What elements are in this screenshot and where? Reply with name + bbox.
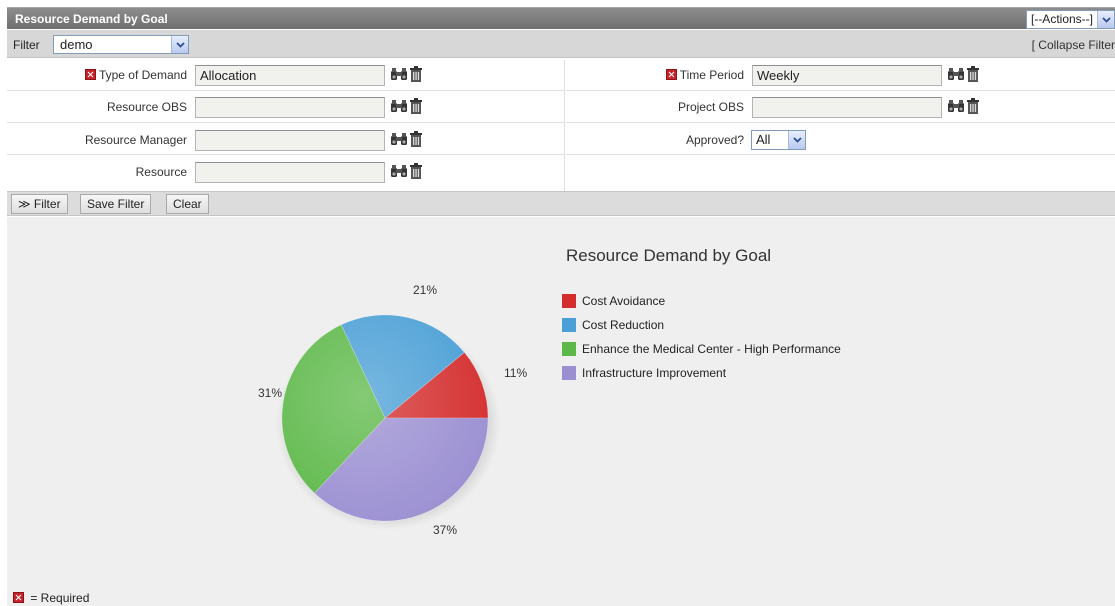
resource-obs-label: Resource OBS xyxy=(106,100,187,114)
resource-manager-field[interactable] xyxy=(195,130,385,151)
slice-label-enhance-medical-center: 31% xyxy=(258,386,283,400)
pie-chart xyxy=(276,314,500,530)
resource-obs-icons xyxy=(390,98,423,114)
filter-select-value: demo xyxy=(60,37,93,52)
approved-label: Approved? xyxy=(685,133,744,147)
chart-title: Resource Demand by Goal xyxy=(566,246,772,265)
collapse-filter-link[interactable]: [ Collapse Filter xyxy=(1032,38,1115,52)
trash-icon[interactable] xyxy=(966,66,980,82)
actions-dropdown[interactable]: [--Actions--] xyxy=(1025,10,1115,29)
required-icon xyxy=(665,69,677,80)
slice-label-infrastructure: 37% xyxy=(433,523,458,537)
clear-button[interactable]: Clear xyxy=(166,194,209,214)
type-of-demand-icons xyxy=(390,66,423,82)
slice-label-cost-reduction: 21% xyxy=(413,283,438,297)
chevron-down-icon[interactable] xyxy=(171,36,188,53)
filter-form: Type of Demand Allocation Resource OBS R… xyxy=(7,60,1115,191)
legend-swatch-infrastructure xyxy=(562,366,576,380)
save-filter-button[interactable]: Save Filter xyxy=(80,194,152,214)
legend-swatch-cost-avoidance xyxy=(562,294,576,308)
chart-area xyxy=(7,217,1115,606)
time-period-label: Time Period xyxy=(566,68,744,82)
trash-icon[interactable] xyxy=(409,66,423,82)
resource-icons xyxy=(390,163,423,179)
binoculars-icon[interactable] xyxy=(390,163,408,179)
project-obs-label: Project OBS xyxy=(677,100,744,114)
pie-highlight xyxy=(282,315,488,521)
required-legend: = Required xyxy=(13,591,89,605)
project-obs-icons xyxy=(947,98,980,114)
actions-value: [--Actions--] xyxy=(1030,12,1093,26)
legend-swatch-cost-reduction xyxy=(562,318,576,332)
approved-select[interactable]: All xyxy=(751,130,806,150)
time-period-field[interactable]: Weekly xyxy=(752,65,942,86)
trash-icon[interactable] xyxy=(966,98,980,114)
trash-icon[interactable] xyxy=(409,98,423,114)
binoculars-icon[interactable] xyxy=(390,98,408,114)
binoculars-icon[interactable] xyxy=(947,98,965,114)
binoculars-icon[interactable] xyxy=(390,131,408,147)
portlet-titlebar: Resource Demand by Goal [--Actions--] xyxy=(7,7,1115,29)
legend-label: Cost Avoidance xyxy=(582,294,666,308)
slice-label-cost-avoidance: 11% xyxy=(504,366,528,380)
resource-field[interactable] xyxy=(195,162,385,183)
resource-manager-label: Resource Manager xyxy=(84,133,187,147)
resource-label: Resource xyxy=(135,165,187,179)
resource-obs-field[interactable] xyxy=(195,97,385,118)
binoculars-icon[interactable] xyxy=(390,66,408,82)
chevron-down-icon[interactable] xyxy=(788,131,805,149)
filter-label: Filter xyxy=(13,38,40,52)
legend-label: Enhance the Medical Center - High Perfor… xyxy=(582,342,841,356)
binoculars-icon[interactable] xyxy=(947,66,965,82)
project-obs-field[interactable] xyxy=(752,97,942,118)
chevron-down-icon[interactable] xyxy=(1097,11,1114,28)
type-of-demand-label: Type of Demand xyxy=(7,68,187,82)
trash-icon[interactable] xyxy=(409,131,423,147)
filter-bar: Filter demo [ Collapse Filter xyxy=(7,30,1115,58)
time-period-icons xyxy=(947,66,980,82)
type-of-demand-field[interactable]: Allocation xyxy=(195,65,385,86)
approved-value: All xyxy=(756,132,771,147)
required-note-text: = Required xyxy=(30,591,90,605)
portlet-title: Resource Demand by Goal xyxy=(15,12,168,26)
filter-select[interactable]: demo xyxy=(53,35,189,54)
type-of-demand-text: Type of Demand xyxy=(98,68,187,82)
filter-button-bar: ≫ Filter Save Filter Clear xyxy=(7,191,1115,216)
time-period-text: Time Period xyxy=(679,68,744,82)
legend-label: Infrastructure Improvement xyxy=(582,366,727,380)
required-icon xyxy=(13,592,24,603)
filter-button[interactable]: ≫ Filter xyxy=(11,194,68,214)
trash-icon[interactable] xyxy=(409,163,423,179)
required-icon xyxy=(84,69,96,80)
resource-manager-icons xyxy=(390,131,423,147)
legend-swatch-enhance-medical-center xyxy=(562,342,576,356)
legend-label: Cost Reduction xyxy=(582,318,665,332)
